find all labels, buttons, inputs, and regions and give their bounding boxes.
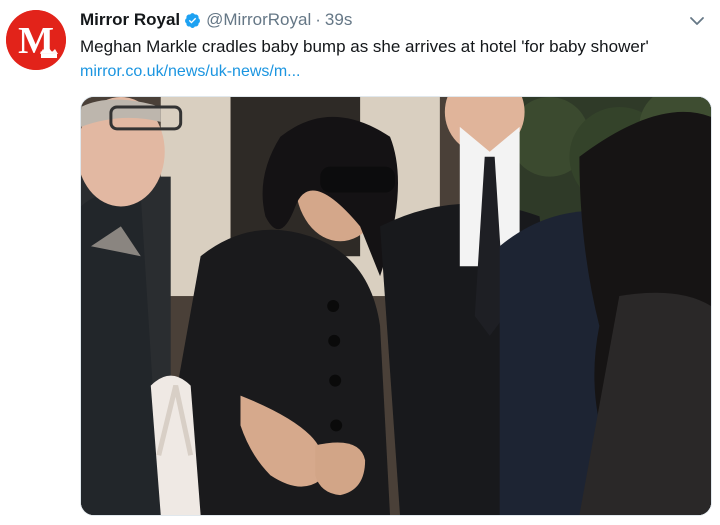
verified-badge-icon bbox=[184, 12, 201, 29]
photo-image bbox=[81, 97, 711, 515]
chevron-down-icon[interactable] bbox=[688, 12, 706, 30]
mirror-logo-icon: M bbox=[6, 10, 66, 70]
tweet-photo[interactable] bbox=[80, 96, 712, 516]
tweet-text: Meghan Markle cradles baby bump as she a… bbox=[80, 37, 649, 56]
avatar[interactable]: M bbox=[6, 10, 66, 70]
separator-dot: · bbox=[315, 10, 321, 29]
handle[interactable]: @MirrorRoyal bbox=[206, 10, 311, 30]
tweet-card[interactable]: M Mirror Royal @MirrorRoyal · 39s Meghan… bbox=[0, 0, 720, 525]
display-name[interactable]: Mirror Royal bbox=[80, 10, 180, 30]
tweet-header: Mirror Royal @MirrorRoyal · 39s bbox=[80, 9, 352, 31]
timestamp[interactable]: 39s bbox=[325, 10, 352, 30]
tweet-link[interactable]: mirror.co.uk/news/uk-news/m... bbox=[80, 61, 301, 83]
